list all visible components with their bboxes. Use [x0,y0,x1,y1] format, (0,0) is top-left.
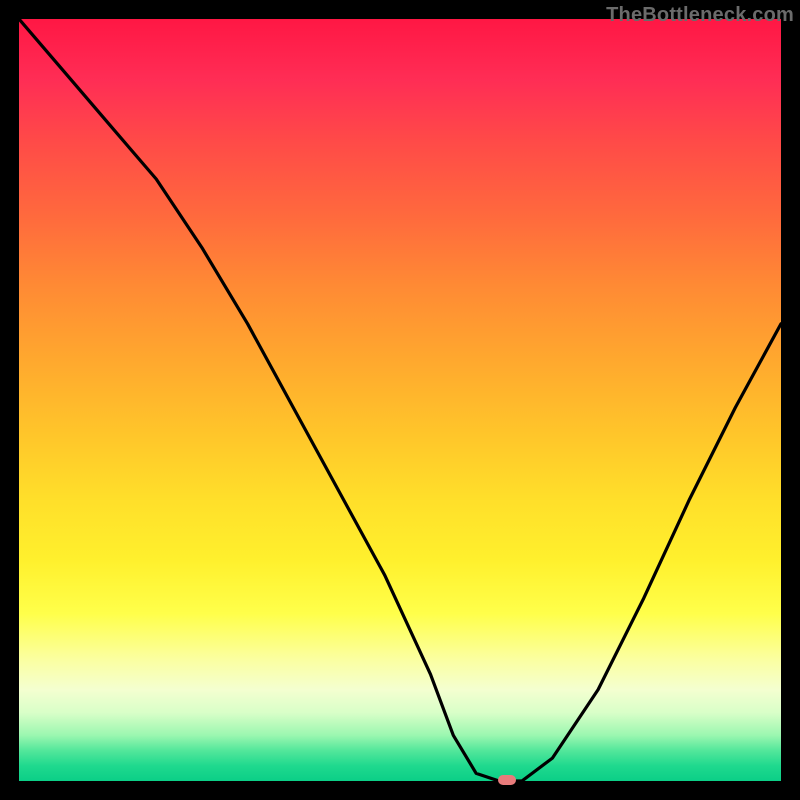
bottleneck-curve [19,19,781,781]
watermark-label: TheBottleneck.com [606,4,794,27]
chart-frame: TheBottleneck.com [0,0,800,800]
optimum-marker [498,775,516,785]
plot-area [19,19,781,781]
